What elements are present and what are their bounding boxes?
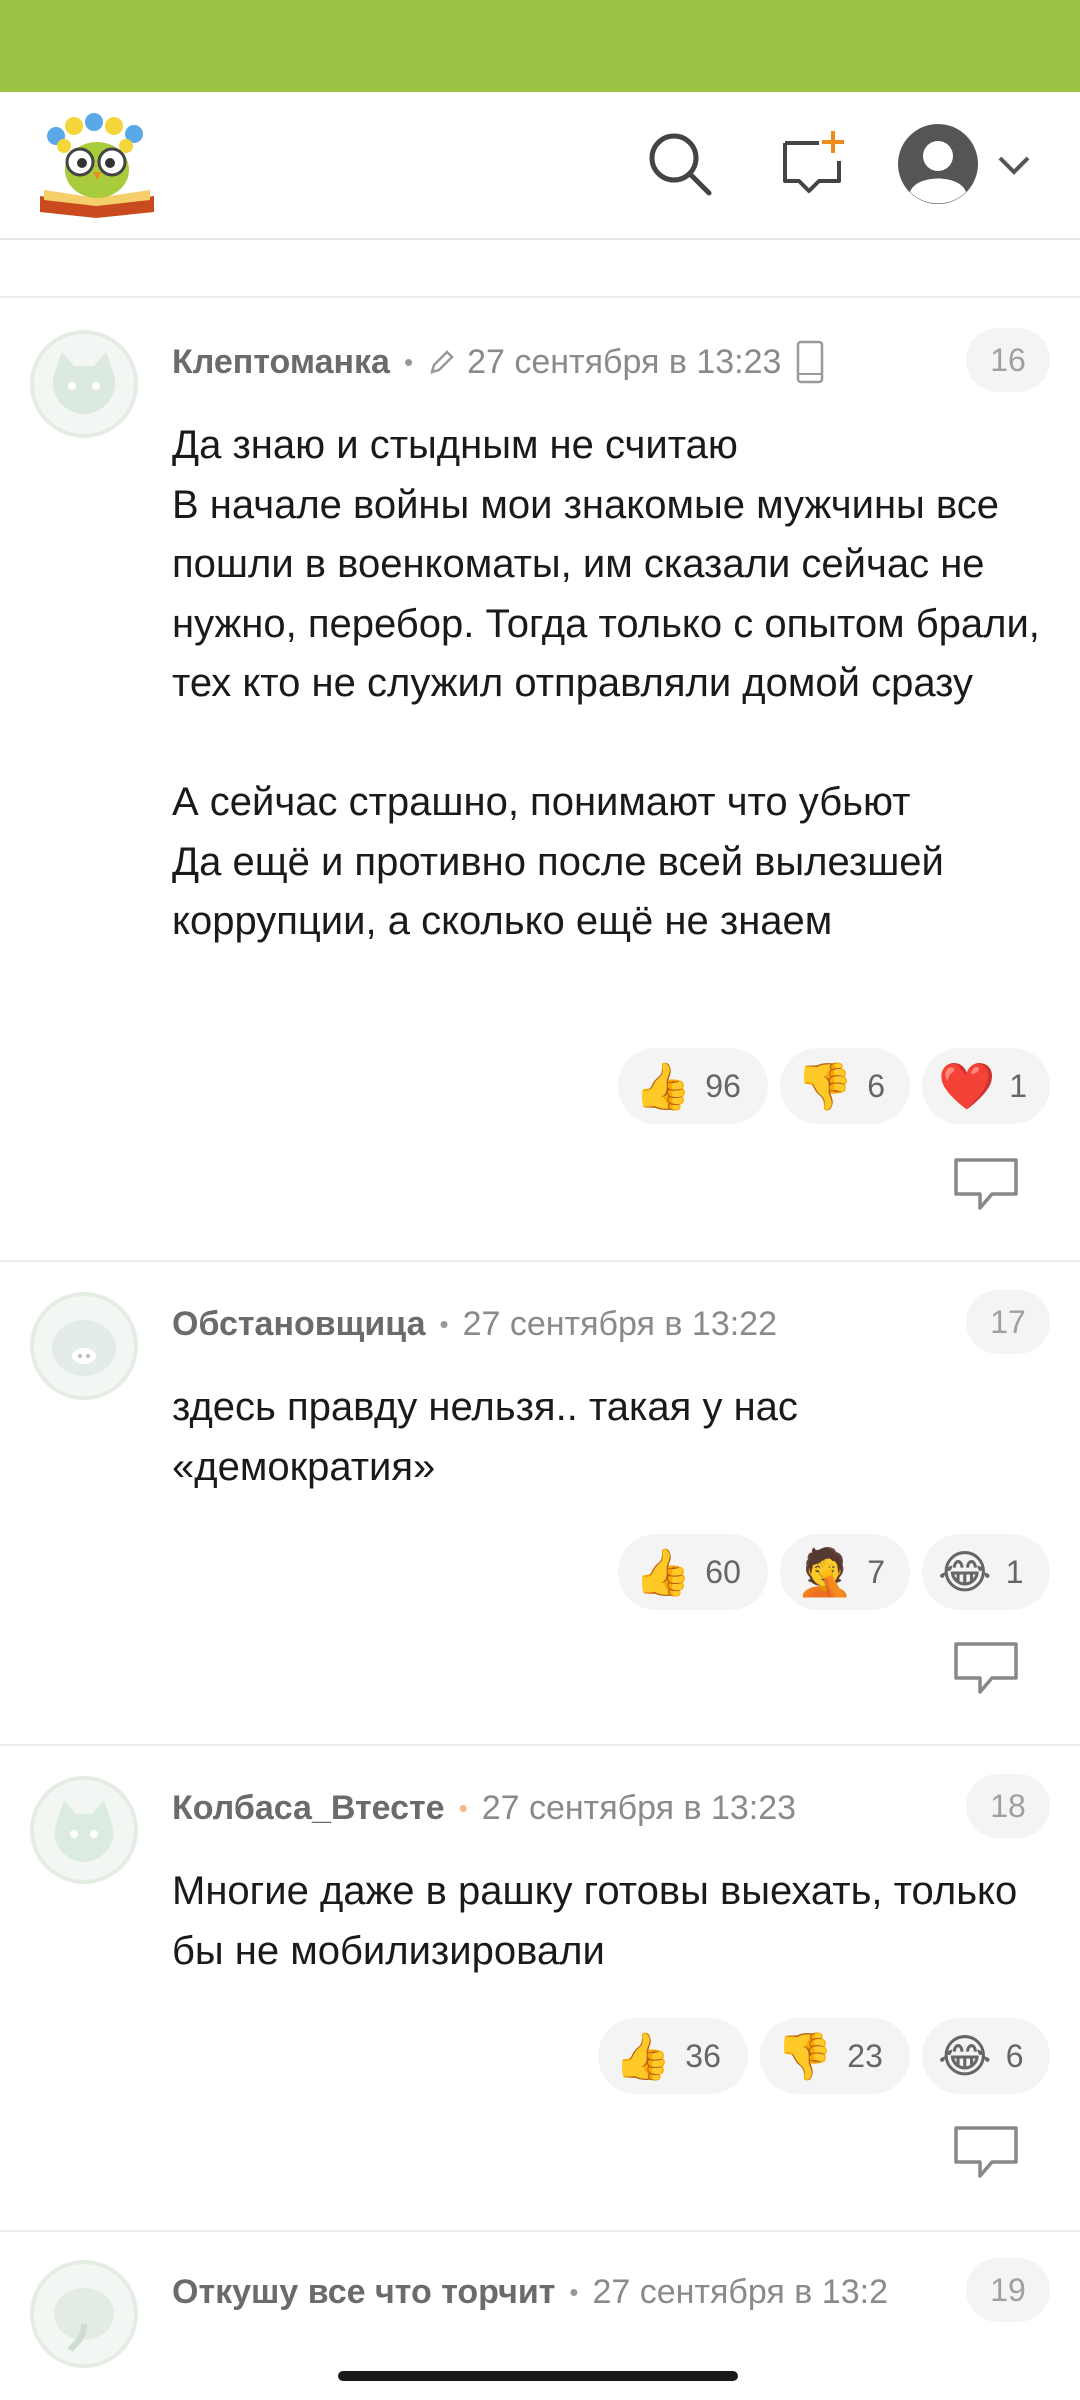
- reaction-thumbs-up[interactable]: 👍 60: [618, 1534, 768, 1610]
- comment-text: Да знаю и стыдным не считаю В начале вой…: [172, 423, 1040, 943]
- cat-avatar-icon: [52, 352, 116, 414]
- commenter-avatar[interactable]: [30, 1292, 138, 1400]
- comment-number-badge[interactable]: 18: [966, 1774, 1050, 1838]
- comment-text: Многие даже в рашку готовы выехать, толь…: [172, 1869, 1029, 1973]
- comment-number-badge[interactable]: 17: [966, 1290, 1050, 1354]
- meta-separator: •: [403, 346, 414, 377]
- reaction-count: 60: [705, 1553, 741, 1590]
- reaction-count: 36: [685, 2037, 721, 2074]
- reply-button[interactable]: [952, 1638, 1020, 1698]
- tears-of-joy-icon: 😂: [938, 1545, 992, 1599]
- gesture-nav-handle[interactable]: [338, 2371, 738, 2381]
- pig-avatar-icon: [52, 1320, 116, 1376]
- search-button[interactable]: [640, 124, 720, 204]
- comment: Колбаса_Втесте • 27 сентября в 13:23 18 …: [0, 1746, 1080, 2232]
- reaction-tears-of-joy[interactable]: 😂 1: [922, 1534, 1050, 1610]
- commenter-avatar[interactable]: [30, 330, 138, 438]
- reaction-thumbs-up[interactable]: 👍 96: [618, 1048, 768, 1124]
- reaction-bar: 👍 36 👎 23 😂 6: [598, 2018, 1050, 2094]
- edited-pencil-icon: [427, 347, 457, 377]
- new-message-plus-icon: [783, 131, 844, 193]
- status-bar: [0, 0, 1080, 92]
- reaction-tears-of-joy[interactable]: 😂 6: [922, 2018, 1050, 2094]
- comment-author[interactable]: Клептоманка: [172, 343, 390, 382]
- commenter-avatar[interactable]: [30, 2260, 138, 2368]
- heart-icon: ❤️: [938, 1059, 996, 1113]
- comment-meta: Колбаса_Втесте • 27 сентября в 13:23: [172, 1786, 796, 1830]
- tears-of-joy-icon: 😂: [938, 2029, 992, 2083]
- meta-separator: •: [569, 2276, 579, 2307]
- comment-number-badge[interactable]: 16: [966, 328, 1050, 392]
- reaction-thumbs-down[interactable]: 👎 23: [760, 2018, 910, 2094]
- reaction-facepalm[interactable]: 🤦 7: [780, 1534, 910, 1610]
- reply-button[interactable]: [952, 1154, 1020, 1214]
- comment: Обстановщица • 27 сентября в 13:22 17 зд…: [0, 1262, 1080, 1746]
- owl-on-book-logo[interactable]: [34, 108, 160, 220]
- reaction-count: 23: [847, 2037, 883, 2074]
- profile-menu-button[interactable]: [896, 118, 1046, 210]
- user-avatar-icon: [898, 124, 978, 204]
- comment-number-badge[interactable]: 19: [966, 2258, 1050, 2322]
- reaction-thumbs-down[interactable]: 👎 6: [780, 1048, 910, 1124]
- comment-author[interactable]: Откушу все что торчит: [172, 2273, 555, 2312]
- reaction-count: 96: [705, 1067, 741, 1104]
- elephant-avatar-icon: [54, 2288, 114, 2352]
- reply-bubble-icon: [954, 1158, 1018, 1210]
- comment: Откушу все что торчит • 27 сентября в 13…: [0, 2232, 1080, 2368]
- search-icon: [649, 133, 712, 196]
- meta-separator: •: [439, 1308, 449, 1339]
- meta-separator: •: [458, 1792, 468, 1823]
- comment-meta: Клептоманка • 27 сентября в 13:23: [172, 340, 825, 384]
- reply-bubble-icon: [954, 1642, 1018, 1694]
- comment-date[interactable]: 27 сентября в 13:23: [467, 343, 781, 382]
- reaction-count: 1: [1009, 1067, 1028, 1104]
- phone-icon: [795, 340, 825, 384]
- reply-button[interactable]: [952, 2122, 1020, 2182]
- reaction-thumbs-up[interactable]: 👍 36: [598, 2018, 748, 2094]
- thumbs-up-icon: 👍: [634, 1545, 692, 1599]
- reaction-count: 1: [1005, 1553, 1024, 1590]
- comment: Клептоманка • 27 сентября в 13:23 16 Да …: [0, 298, 1080, 1262]
- comment-text: здесь правду нельзя.. такая у нас «демок…: [172, 1385, 810, 1489]
- comment-date[interactable]: 27 сентября в 13:23: [482, 1789, 796, 1828]
- comment-date[interactable]: 27 сентября в 13:22: [463, 1305, 777, 1344]
- reply-bubble-icon: [954, 2126, 1018, 2178]
- comment-meta: Обстановщица • 27 сентября в 13:22: [172, 1302, 777, 1346]
- reaction-count: 6: [867, 1067, 886, 1104]
- thumbs-down-icon: 👎: [796, 1059, 854, 1113]
- commenter-avatar[interactable]: [30, 1776, 138, 1884]
- reaction-count: 6: [1005, 2037, 1024, 2074]
- new-post-button[interactable]: [772, 124, 852, 204]
- comment-meta: Откушу все что торчит • 27 сентября в 13…: [172, 2270, 932, 2314]
- comment-author[interactable]: Обстановщица: [172, 1305, 426, 1344]
- thumbs-up-icon: 👍: [614, 2029, 672, 2083]
- reaction-bar: 👍 60 🤦 7 😂 1: [618, 1534, 1050, 1610]
- reaction-bar: 👍 96 👎 6 ❤️ 1: [618, 1048, 1050, 1124]
- facepalm-icon: 🤦: [796, 1545, 854, 1599]
- reaction-heart[interactable]: ❤️ 1: [922, 1048, 1050, 1124]
- chevron-down-icon: [998, 156, 1030, 175]
- cat-avatar-icon: [54, 1800, 114, 1862]
- comment-author[interactable]: Колбаса_Втесте: [172, 1789, 445, 1828]
- thumbs-up-icon: 👍: [634, 1059, 692, 1113]
- app-header: [0, 92, 1080, 240]
- comment-date[interactable]: 27 сентября в 13:2: [593, 2273, 888, 2312]
- thumbs-down-icon: 👎: [776, 2029, 834, 2083]
- reaction-count: 7: [867, 1553, 886, 1590]
